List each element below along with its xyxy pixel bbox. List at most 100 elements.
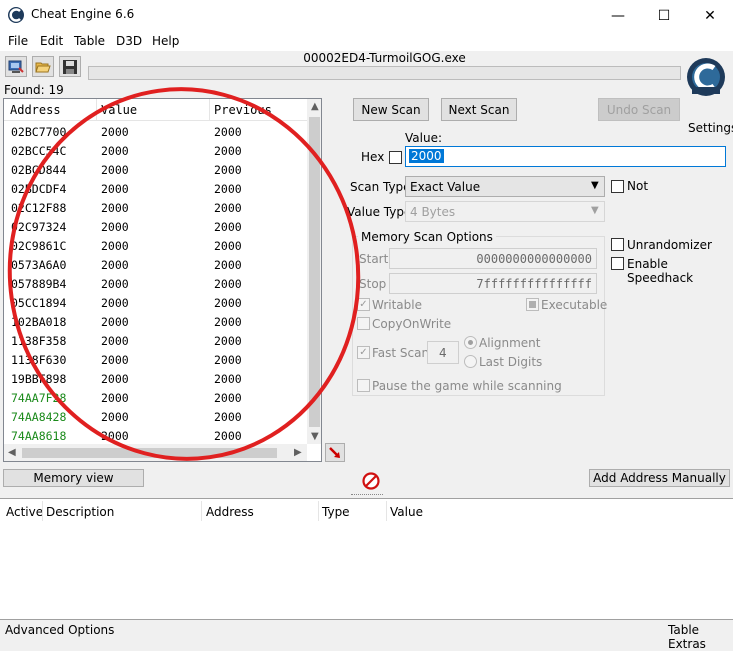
table-row[interactable]: 102BA018 2000 2000 [4, 312, 307, 331]
cheat-engine-logo-icon[interactable] [684, 55, 728, 99]
writable-label: Writable [372, 298, 422, 312]
row-value: 2000 [101, 182, 129, 196]
table-row[interactable]: 1138F358 2000 2000 [4, 331, 307, 350]
scroll-left-icon[interactable]: ◀ [8, 447, 16, 458]
table-row[interactable]: 74AA8618 2000 2000 [4, 426, 307, 444]
table-row[interactable]: 02BC7700 2000 2000 [4, 122, 307, 141]
value-type-label: Value Type [347, 205, 412, 219]
table-row[interactable]: 02C9861C 2000 2000 [4, 236, 307, 255]
scroll-right-icon[interactable]: ▶ [294, 447, 302, 458]
speedhack-label: Enable Speedhack [627, 257, 694, 285]
scan-results-list[interactable]: Address Value Previous 02BC7700 2000 2000 0… [3, 98, 322, 462]
row-address: 19BBF898 [11, 372, 67, 386]
scan-type-select[interactable]: Exact Value ▼ [405, 176, 605, 197]
row-previous: 2000 [214, 258, 242, 272]
menu-help[interactable]: Help [152, 34, 179, 48]
column-divider[interactable] [209, 99, 210, 121]
row-previous: 2000 [214, 372, 242, 386]
stop-icon[interactable] [361, 471, 381, 491]
close-button[interactable]: ✕ [687, 0, 733, 31]
process-name: 00002ED4-TurmoilGOG.exe [303, 51, 466, 65]
last-digits-radio[interactable] [464, 355, 477, 368]
row-value: 2000 [101, 125, 129, 139]
value-type-select[interactable]: 4 Bytes ▼ [405, 201, 605, 222]
column-value[interactable]: Value [101, 103, 137, 117]
next-scan-button[interactable]: Next Scan [441, 98, 517, 121]
start-address-input[interactable]: 0000000000000000 [389, 248, 597, 269]
unrandomizer-checkbox[interactable] [611, 238, 624, 251]
open-file-button[interactable] [32, 56, 54, 77]
scroll-up-icon[interactable]: ▲ [311, 101, 319, 112]
maximize-button[interactable]: ☐ [641, 0, 687, 31]
column-divider[interactable] [318, 501, 319, 521]
table-row[interactable]: 05CC1894 2000 2000 [4, 293, 307, 312]
fast-scan-checkbox[interactable]: ✓ [357, 346, 370, 359]
column-divider[interactable] [386, 501, 387, 521]
table-row[interactable]: 74AA8428 2000 2000 [4, 407, 307, 426]
table-row[interactable]: 02BDCDF4 2000 2000 [4, 179, 307, 198]
chevron-down-icon: ▼ [591, 205, 599, 216]
vertical-scroll-thumb[interactable] [309, 117, 320, 427]
row-address: 05CC1894 [11, 296, 67, 310]
column-previous[interactable]: Previous [214, 103, 272, 117]
table-row[interactable]: 057889B4 2000 2000 [4, 274, 307, 293]
horizontal-scroll-thumb[interactable] [22, 448, 277, 458]
hex-checkbox[interactable] [389, 151, 402, 164]
menu-table[interactable]: Table [74, 34, 105, 48]
copyonwrite-checkbox[interactable] [357, 317, 370, 330]
menu-edit[interactable]: Edit [40, 34, 63, 48]
row-value: 2000 [101, 372, 129, 386]
add-selected-to-list-button[interactable] [325, 443, 345, 462]
minimize-button[interactable]: — [595, 0, 641, 31]
table-row[interactable]: 02C97324 2000 2000 [4, 217, 307, 236]
column-address[interactable]: Address [10, 103, 61, 117]
executable-checkbox[interactable] [526, 298, 539, 311]
column-description[interactable]: Description [46, 505, 114, 519]
not-checkbox[interactable] [611, 180, 624, 193]
table-extras-link[interactable]: Table Extras [668, 623, 733, 651]
pause-game-checkbox[interactable] [357, 379, 370, 392]
start-label: Start [359, 252, 389, 266]
column-divider[interactable] [96, 99, 97, 121]
column-divider[interactable] [201, 501, 202, 521]
column-active[interactable]: Active [6, 505, 43, 519]
fast-scan-alignment-input[interactable]: 4 [427, 341, 459, 364]
new-scan-button[interactable]: New Scan [353, 98, 429, 121]
column-type[interactable]: Type [322, 505, 350, 519]
title-bar[interactable]: Cheat Engine 6.6 — ☐ ✕ [0, 0, 733, 31]
value-input[interactable]: 2000 [405, 146, 726, 167]
writable-checkbox[interactable]: ✓ [357, 298, 370, 311]
row-address: 1138F630 [11, 353, 67, 367]
save-button[interactable] [59, 56, 81, 77]
advanced-options-link[interactable]: Advanced Options [5, 623, 114, 637]
table-row[interactable]: 74AA7F28 2000 2000 [4, 388, 307, 407]
row-value: 2000 [101, 220, 129, 234]
scroll-down-icon[interactable]: ▼ [311, 431, 319, 442]
row-value: 2000 [101, 429, 129, 443]
table-row[interactable]: 19BBF898 2000 2000 [4, 369, 307, 388]
address-table[interactable]: Active Description Address Type Value [0, 498, 733, 620]
speedhack-checkbox[interactable] [611, 257, 624, 270]
add-address-manually-button[interactable]: Add Address Manually [589, 469, 730, 487]
column-value-table[interactable]: Value [390, 505, 423, 519]
alignment-radio[interactable] [464, 336, 477, 349]
column-address-table-address[interactable]: Address [206, 505, 254, 519]
table-row[interactable]: 02BCC54C 2000 2000 [4, 141, 307, 160]
row-previous: 2000 [214, 125, 242, 139]
hex-label: Hex [361, 150, 385, 164]
menu-file[interactable]: File [8, 34, 28, 48]
table-row[interactable]: 0573A6A0 2000 2000 [4, 255, 307, 274]
undo-scan-button[interactable]: Undo Scan [598, 98, 680, 121]
scan-progress-bar [88, 66, 681, 80]
settings-link[interactable]: Settings [688, 121, 733, 135]
column-divider[interactable] [42, 501, 43, 521]
select-process-button[interactable] [5, 56, 27, 77]
memory-view-button[interactable]: Memory view [3, 469, 144, 487]
table-row[interactable]: 1138F630 2000 2000 [4, 350, 307, 369]
unrandomizer-label: Unrandomizer [627, 238, 712, 252]
menu-d3d[interactable]: D3D [116, 34, 142, 48]
fast-scan-label: Fast Scan [372, 346, 430, 360]
table-row[interactable]: 02C12F88 2000 2000 [4, 198, 307, 217]
table-row[interactable]: 02BCD844 2000 2000 [4, 160, 307, 179]
stop-address-input[interactable]: 7fffffffffffffff [389, 273, 597, 294]
